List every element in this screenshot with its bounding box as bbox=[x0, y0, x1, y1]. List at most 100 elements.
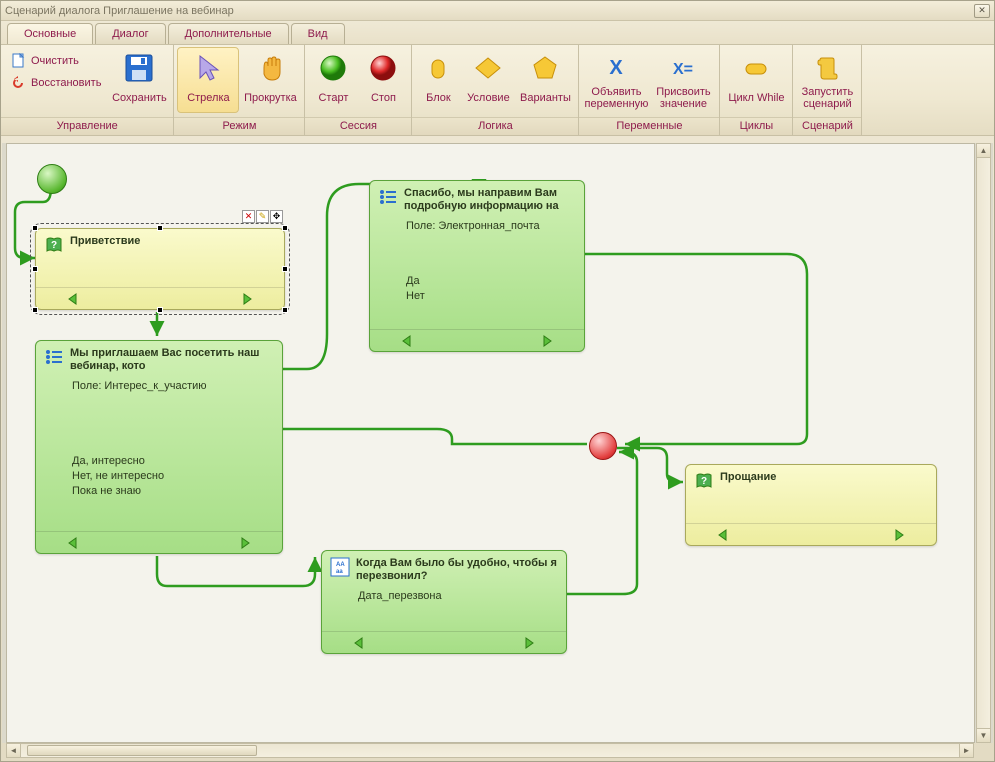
ribbon-group-mode: Стрелка Прокрутка Режим bbox=[174, 45, 305, 135]
svg-text:X: X bbox=[610, 57, 624, 79]
node-farewell-title: Прощание bbox=[720, 471, 776, 483]
x-equals-icon: X= bbox=[667, 52, 699, 84]
clear-button[interactable]: Очистить bbox=[7, 50, 105, 72]
start-node[interactable] bbox=[37, 164, 67, 194]
save-icon bbox=[123, 52, 155, 84]
group-label-session: Сессия bbox=[305, 117, 411, 135]
ribbon-group-manage: Очистить Восстановить Сохранить bbox=[1, 45, 174, 135]
scroll-mode-label: Прокрутка bbox=[244, 86, 297, 110]
declare-var-button[interactable]: X Объявить переменную bbox=[583, 48, 649, 112]
declare-var-label: Объявить переменную bbox=[585, 86, 649, 110]
scroll-icon bbox=[811, 52, 843, 84]
x-icon: X bbox=[600, 52, 632, 84]
prev-arrow-icon[interactable] bbox=[66, 292, 80, 306]
assign-var-button[interactable]: X= Присвоить значение bbox=[651, 48, 715, 112]
cursor-arrow-icon bbox=[192, 52, 224, 84]
stop-label: Стоп bbox=[371, 86, 396, 110]
ribbon-group-logic: Блок Условие Варианты Логика bbox=[412, 45, 579, 135]
tab-extra[interactable]: Дополнительные bbox=[168, 23, 289, 44]
hand-icon bbox=[254, 52, 286, 84]
while-loop-label: Цикл While bbox=[728, 86, 784, 110]
node-callback-field: Дата_перезвона bbox=[358, 589, 556, 604]
node-thanks-field: Поле: Электронная_почта bbox=[406, 219, 574, 234]
move-icon[interactable]: ✥ bbox=[270, 210, 283, 223]
node-invite-opt3: Пока не знаю bbox=[72, 484, 272, 499]
start-circle-icon bbox=[317, 52, 349, 84]
loop-icon bbox=[740, 52, 772, 84]
next-arrow-icon[interactable] bbox=[522, 636, 536, 650]
clear-label: Очистить bbox=[31, 55, 79, 67]
tab-dialog[interactable]: Диалог bbox=[95, 23, 165, 44]
scroll-mode-button[interactable]: Прокрутка bbox=[240, 48, 300, 112]
svg-text:aa: aa bbox=[336, 569, 343, 575]
node-invite-opt1: Да, интересно bbox=[72, 454, 272, 469]
prev-arrow-icon[interactable] bbox=[66, 536, 80, 550]
list-icon bbox=[378, 187, 398, 207]
node-callback[interactable]: AAaa Когда Вам было бы удобно, чтобы я п… bbox=[321, 550, 567, 654]
horizontal-scrollbar[interactable]: ◄ ► bbox=[6, 743, 974, 758]
group-label-mode: Режим bbox=[174, 117, 304, 135]
next-arrow-icon[interactable] bbox=[240, 292, 254, 306]
undo-icon bbox=[11, 75, 27, 91]
stop-button[interactable]: Стоп bbox=[359, 48, 407, 112]
text-grid-icon: AAaa bbox=[330, 557, 350, 577]
diagram-canvas[interactable]: ✕ ✎ ✥ ? Приветствие bbox=[6, 143, 975, 743]
block-button[interactable]: Блок bbox=[416, 48, 460, 112]
vertical-scrollbar[interactable]: ▲ ▼ bbox=[976, 143, 991, 743]
node-invite-field: Поле: Интерес_к_участию bbox=[72, 379, 272, 394]
scroll-left-arrow[interactable]: ◄ bbox=[7, 744, 21, 757]
group-label-scenario: Сценарий bbox=[793, 117, 861, 135]
canvas-wrap: ✕ ✎ ✥ ? Приветствие bbox=[2, 143, 993, 743]
edit-icon[interactable]: ✎ bbox=[256, 210, 269, 223]
run-scenario-label: Запустить сценарий bbox=[802, 86, 854, 110]
condition-button[interactable]: Условие bbox=[462, 48, 514, 112]
prev-arrow-icon[interactable] bbox=[400, 334, 414, 348]
next-arrow-icon[interactable] bbox=[540, 334, 554, 348]
list-icon bbox=[44, 347, 64, 367]
node-greeting[interactable]: ? Приветствие bbox=[35, 228, 285, 310]
restore-button[interactable]: Восстановить bbox=[7, 72, 105, 94]
node-thanks[interactable]: Спасибо, мы направим Вам подробную инфор… bbox=[369, 180, 585, 352]
book-icon: ? bbox=[694, 471, 714, 491]
node-toolbox: ✕ ✎ ✥ bbox=[242, 210, 283, 223]
save-label: Сохранить bbox=[112, 86, 167, 110]
delete-icon[interactable]: ✕ bbox=[242, 210, 255, 223]
arrow-mode-button[interactable]: Стрелка bbox=[178, 48, 238, 112]
next-arrow-icon[interactable] bbox=[892, 528, 906, 542]
tab-view[interactable]: Вид bbox=[291, 23, 345, 44]
variants-button[interactable]: Варианты bbox=[516, 48, 574, 112]
prev-arrow-icon[interactable] bbox=[352, 636, 366, 650]
prev-arrow-icon[interactable] bbox=[716, 528, 730, 542]
arrow-mode-label: Стрелка bbox=[187, 86, 229, 110]
stop-circle-icon bbox=[367, 52, 399, 84]
scroll-thumb[interactable] bbox=[27, 745, 257, 756]
start-button[interactable]: Старт bbox=[309, 48, 357, 112]
next-arrow-icon[interactable] bbox=[238, 536, 252, 550]
ribbon-group-scenario: Запустить сценарий Сценарий bbox=[793, 45, 862, 135]
scroll-up-arrow[interactable]: ▲ bbox=[977, 144, 990, 158]
node-invite[interactable]: Мы приглашаем Вас посетить наш вебинар, … bbox=[35, 340, 283, 554]
diamond-icon bbox=[472, 52, 504, 84]
node-invite-title: Мы приглашаем Вас посетить наш вебинар, … bbox=[70, 347, 274, 373]
stop-node[interactable] bbox=[589, 432, 617, 460]
scroll-down-arrow[interactable]: ▼ bbox=[977, 728, 990, 742]
ribbon-tabs: Основные Диалог Дополнительные Вид bbox=[1, 21, 994, 44]
pentagon-icon bbox=[529, 52, 561, 84]
ribbon: Очистить Восстановить Сохранить bbox=[1, 44, 994, 136]
tab-main[interactable]: Основные bbox=[7, 23, 93, 44]
node-thanks-opt2: Нет bbox=[406, 289, 574, 304]
while-loop-button[interactable]: Цикл While bbox=[724, 48, 788, 112]
group-label-vars: Переменные bbox=[579, 117, 719, 135]
save-button[interactable]: Сохранить bbox=[109, 48, 169, 112]
node-thanks-opt1: Да bbox=[406, 274, 574, 289]
document-blank-icon bbox=[11, 53, 27, 69]
block-label: Блок bbox=[426, 86, 451, 110]
ribbon-group-vars: X Объявить переменную X= Присвоить значе… bbox=[579, 45, 720, 135]
scroll-right-arrow[interactable]: ► bbox=[959, 744, 973, 757]
window-close-button[interactable]: ✕ bbox=[974, 4, 990, 18]
restore-label: Восстановить bbox=[31, 77, 101, 89]
svg-text:X=: X= bbox=[673, 61, 693, 78]
run-scenario-button[interactable]: Запустить сценарий bbox=[797, 48, 857, 112]
group-label-loops: Циклы bbox=[720, 117, 792, 135]
node-farewell[interactable]: ? Прощание bbox=[685, 464, 937, 546]
